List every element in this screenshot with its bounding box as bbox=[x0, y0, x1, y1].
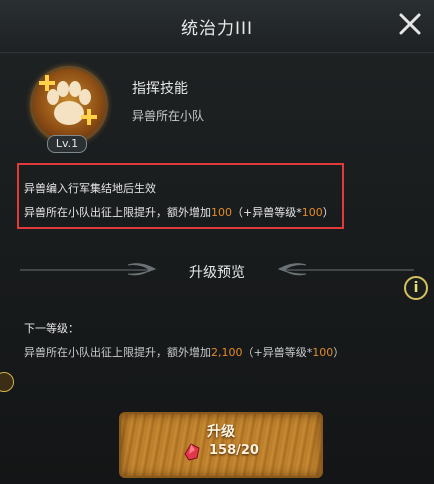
upgrade-cost-text: 158/20 bbox=[209, 443, 259, 458]
next-level-multiplier: 100 bbox=[312, 346, 334, 359]
upgrade-button[interactable]: 升级 158/20 bbox=[119, 412, 323, 478]
effect-condition: 异兽编入行军集结地后生效 bbox=[24, 182, 156, 195]
next-level-label: 下一等级： bbox=[24, 322, 79, 335]
skill-level-badge: Lv.1 bbox=[47, 135, 87, 153]
title-bar: 统治力III bbox=[0, 0, 434, 53]
next-level-value: 2,100 bbox=[211, 346, 243, 359]
skill-target: 异兽所在小队 bbox=[132, 109, 205, 123]
skill-type: 指挥技能 bbox=[132, 81, 188, 97]
skill-dialog: 统治力III Lv.1 指挥技能 异兽所在小队 异兽编入行军集结地后生效 异兽所… bbox=[0, 0, 434, 484]
next-level-description: 异兽所在小队出征上限提升，额外增加2,100（+异兽等级*100） bbox=[24, 346, 345, 359]
info-icon[interactable]: i bbox=[404, 276, 428, 300]
close-icon[interactable] bbox=[396, 10, 424, 38]
beast-paw-skill-icon bbox=[30, 66, 108, 144]
paw-side-icon[interactable] bbox=[0, 372, 14, 392]
effect-multiplier: 100 bbox=[301, 206, 323, 219]
red-crystal-icon bbox=[184, 443, 200, 461]
upgrade-preview-heading: 升级预览 bbox=[189, 265, 245, 281]
dialog-title: 统治力III bbox=[180, 19, 254, 39]
upgrade-button-label: 升级 bbox=[207, 424, 235, 440]
effect-description: 异兽所在小队出征上限提升，额外增加100（+异兽等级*100） bbox=[24, 206, 334, 219]
effect-value: 100 bbox=[211, 206, 232, 219]
